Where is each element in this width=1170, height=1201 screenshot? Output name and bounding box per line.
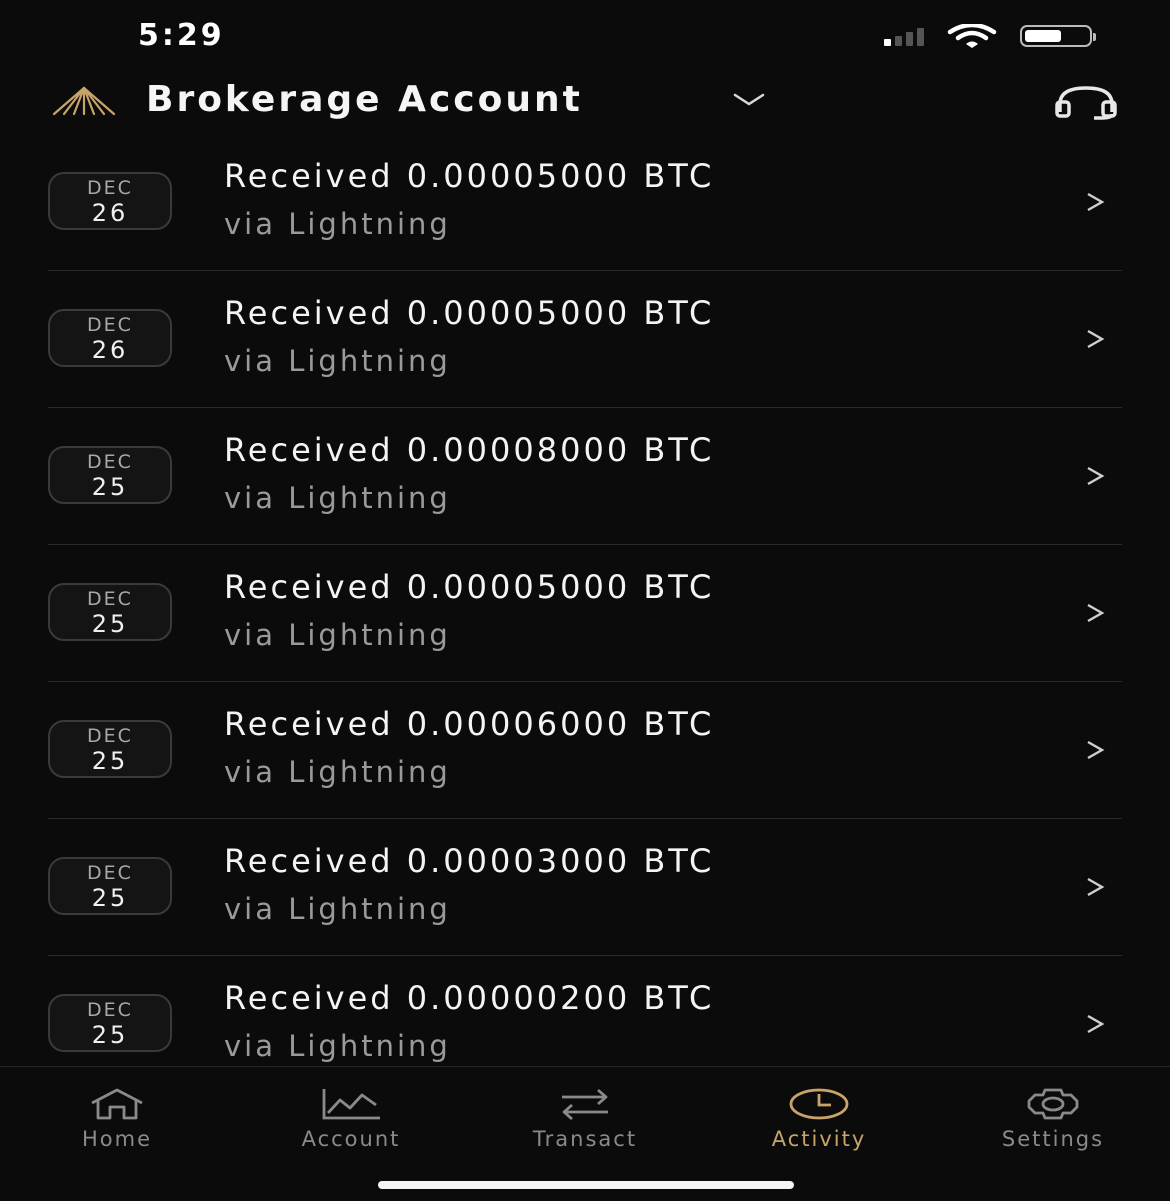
nav-item-transact[interactable]: Transact xyxy=(468,1087,702,1151)
chart-icon xyxy=(322,1089,380,1120)
date-month: DEC xyxy=(87,451,133,473)
gear-icon xyxy=(1027,1088,1079,1120)
nav-item-activity[interactable]: Activity xyxy=(702,1087,936,1151)
chevron-right-icon[interactable] xyxy=(1084,738,1106,762)
date-day: 25 xyxy=(91,884,129,912)
transaction-subtitle: via Lightning xyxy=(224,207,451,241)
account-selector-title[interactable]: Brokerage Account xyxy=(146,78,583,122)
date-day: 25 xyxy=(91,610,129,638)
nav-label: Account xyxy=(301,1127,401,1151)
clock-icon xyxy=(789,1088,849,1120)
date-badge: DEC 25 xyxy=(48,857,172,915)
date-day: 25 xyxy=(91,747,129,775)
chevron-down-icon[interactable] xyxy=(732,90,766,110)
transaction-title: Received 0.00005000 BTC xyxy=(224,568,715,606)
activity-list[interactable]: DEC 26 Received 0.00005000 BTC via Light… xyxy=(48,134,1122,1066)
transaction-title: Received 0.00005000 BTC xyxy=(224,294,715,332)
home-indicator[interactable] xyxy=(378,1181,794,1189)
activity-item[interactable]: DEC 25 Received 0.00003000 BTC via Light… xyxy=(48,819,1122,956)
headset-support-icon[interactable] xyxy=(1054,84,1118,120)
activity-item[interactable]: DEC 26 Received 0.00005000 BTC via Light… xyxy=(48,134,1122,271)
date-month: DEC xyxy=(87,314,133,336)
brand-logo-icon xyxy=(52,86,116,116)
wifi-icon xyxy=(947,24,997,48)
chevron-right-icon[interactable] xyxy=(1084,1012,1106,1036)
nav-item-account[interactable]: Account xyxy=(234,1087,468,1151)
date-month: DEC xyxy=(87,177,133,199)
transaction-title: Received 0.00003000 BTC xyxy=(224,842,715,880)
date-badge: DEC 25 xyxy=(48,994,172,1052)
chevron-right-icon[interactable] xyxy=(1084,875,1106,899)
activity-item[interactable]: DEC 25 Received 0.00006000 BTC via Light… xyxy=(48,682,1122,819)
transfer-icon xyxy=(562,1088,608,1121)
date-day: 26 xyxy=(91,199,129,227)
transaction-subtitle: via Lightning xyxy=(224,344,451,378)
date-badge: DEC 26 xyxy=(48,172,172,230)
transaction-title: Received 0.00008000 BTC xyxy=(224,431,715,469)
nav-label: Activity xyxy=(771,1127,867,1151)
status-bar: 5:29 xyxy=(0,0,1170,70)
date-month: DEC xyxy=(87,725,133,747)
transaction-title: Received 0.00000200 BTC xyxy=(224,979,715,1017)
transaction-subtitle: via Lightning xyxy=(224,755,451,789)
date-month: DEC xyxy=(87,588,133,610)
battery-icon xyxy=(1020,25,1096,47)
nav-item-home[interactable]: Home xyxy=(0,1087,234,1151)
transaction-subtitle: via Lightning xyxy=(224,892,451,926)
date-badge: DEC 25 xyxy=(48,720,172,778)
date-month: DEC xyxy=(87,862,133,884)
transaction-title: Received 0.00005000 BTC xyxy=(224,157,715,195)
nav-label: Settings xyxy=(1001,1127,1105,1151)
nav-label: Home xyxy=(81,1127,152,1151)
date-day: 25 xyxy=(91,1021,129,1049)
transaction-subtitle: via Lightning xyxy=(224,618,451,652)
transaction-title: Received 0.00006000 BTC xyxy=(224,705,715,743)
nav-item-settings[interactable]: Settings xyxy=(936,1087,1170,1151)
transaction-subtitle: via Lightning xyxy=(224,1029,451,1063)
activity-item[interactable]: DEC 25 Received 0.00005000 BTC via Light… xyxy=(48,545,1122,682)
nav-label: Transact xyxy=(532,1127,638,1151)
cellular-signal-icon xyxy=(884,26,924,46)
app-header: Brokerage Account xyxy=(0,72,1170,134)
activity-item[interactable]: DEC 26 Received 0.00005000 BTC via Light… xyxy=(48,271,1122,408)
chevron-right-icon[interactable] xyxy=(1084,601,1106,625)
date-day: 25 xyxy=(91,473,129,501)
activity-item[interactable]: DEC 25 Received 0.00008000 BTC via Light… xyxy=(48,408,1122,545)
status-icons xyxy=(884,24,1096,48)
home-icon xyxy=(91,1088,143,1120)
transaction-subtitle: via Lightning xyxy=(224,481,451,515)
chevron-right-icon[interactable] xyxy=(1084,327,1106,351)
date-badge: DEC 25 xyxy=(48,446,172,504)
chevron-right-icon[interactable] xyxy=(1084,190,1106,214)
date-badge: DEC 25 xyxy=(48,583,172,641)
date-day: 26 xyxy=(91,336,129,364)
status-time: 5:29 xyxy=(138,18,225,53)
date-month: DEC xyxy=(87,999,133,1021)
date-badge: DEC 26 xyxy=(48,309,172,367)
chevron-right-icon[interactable] xyxy=(1084,464,1106,488)
activity-item[interactable]: DEC 25 Received 0.00000200 BTC via Light… xyxy=(48,956,1122,1066)
